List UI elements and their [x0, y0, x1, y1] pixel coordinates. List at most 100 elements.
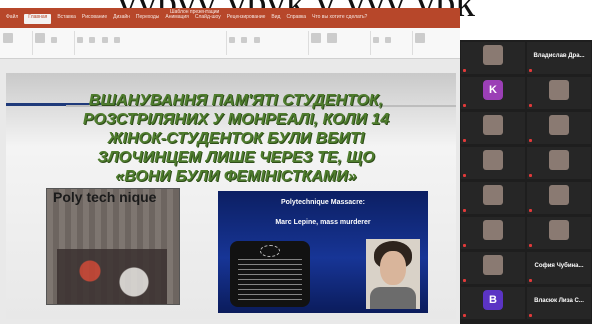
- participant-tile[interactable]: K: [461, 77, 525, 109]
- participant-tile[interactable]: [527, 182, 591, 214]
- find-icon[interactable]: [373, 37, 379, 43]
- ribbon-tab[interactable]: Дизайн: [113, 14, 130, 24]
- muted-mic-icon: [529, 139, 532, 142]
- muted-mic-icon: [529, 69, 532, 72]
- participant-tile[interactable]: [527, 77, 591, 109]
- participant-video: [483, 255, 503, 275]
- muted-mic-icon: [463, 244, 466, 247]
- paragraph-group[interactable]: [228, 31, 309, 55]
- slides-group[interactable]: [34, 31, 75, 55]
- muted-mic-icon: [529, 279, 532, 282]
- participant-name: София Чубина...: [534, 263, 584, 269]
- participant-video: [483, 45, 503, 65]
- designer-icon[interactable]: [415, 33, 425, 43]
- shapes-icon[interactable]: [311, 33, 321, 43]
- polytechnique-photo: Poly tech nique: [46, 188, 180, 305]
- participant-tile[interactable]: [527, 147, 591, 179]
- muted-mic-icon: [529, 209, 532, 212]
- ribbon-tab[interactable]: Слайд-шоу: [195, 14, 221, 24]
- muted-mic-icon: [463, 279, 466, 282]
- editing-group[interactable]: [372, 31, 413, 55]
- slide-title: ВШАНУВАННЯ ПАМ'ЯТІ СТУДЕНТОК, РОЗСТРІЛЯН…: [82, 92, 390, 185]
- ribbon-tab[interactable]: Анимация: [165, 14, 188, 24]
- plaque-names: [238, 259, 302, 303]
- people-image: [57, 249, 167, 304]
- muted-mic-icon: [463, 104, 466, 107]
- muted-mic-icon: [529, 314, 532, 317]
- participant-tile[interactable]: [461, 182, 525, 214]
- paste-icon[interactable]: [3, 33, 13, 43]
- paste-group[interactable]: [2, 31, 33, 55]
- muted-mic-icon: [463, 174, 466, 177]
- participant-video: [483, 150, 503, 170]
- portrait-image: [366, 239, 420, 309]
- italic-icon[interactable]: [89, 37, 96, 43]
- panel-heading: Polytechnique Massacre:: [280, 199, 366, 206]
- participant-tile[interactable]: [461, 42, 525, 74]
- participant-tile[interactable]: [527, 112, 591, 144]
- plaque-emblem: [260, 245, 280, 257]
- participant-tile[interactable]: [461, 252, 525, 284]
- participant-video: [549, 220, 569, 240]
- participant-name: Владислав Дра...: [533, 53, 585, 59]
- arrange-icon[interactable]: [327, 33, 338, 43]
- participants-panel: Владислав Дра... K София Чубина... B Власюк …: [460, 40, 592, 324]
- participant-avatar: B: [483, 290, 503, 310]
- participant-video: [549, 185, 569, 205]
- muted-mic-icon: [463, 209, 466, 212]
- replace-icon[interactable]: [385, 37, 392, 43]
- ribbon-tab[interactable]: Рисование: [82, 14, 107, 24]
- muted-mic-icon: [529, 174, 532, 177]
- new-slide-icon[interactable]: [35, 33, 45, 43]
- layout-icon[interactable]: [51, 37, 58, 43]
- ribbon-tab[interactable]: Вид: [271, 14, 280, 24]
- bullets-icon[interactable]: [253, 37, 260, 43]
- ribbon-tab[interactable]: Рецензирование: [227, 14, 266, 24]
- participant-name: Власюк Лиза С...: [534, 298, 584, 304]
- participant-tile[interactable]: [527, 217, 591, 249]
- muted-mic-icon: [463, 139, 466, 142]
- participant-video: [483, 185, 503, 205]
- participant-tile[interactable]: Власюк Лиза С...: [527, 287, 591, 319]
- participant-video: [549, 80, 569, 100]
- participant-video: [549, 115, 569, 135]
- participant-avatar: K: [483, 80, 503, 100]
- participant-video: [483, 220, 503, 240]
- ribbon-tab[interactable]: Переходы: [136, 14, 159, 24]
- ribbon-tab[interactable]: Главная: [24, 14, 52, 24]
- ribbon-tab[interactable]: Справка: [286, 14, 306, 24]
- ribbon-tabs: Файл Главная Вставка Рисование Дизайн Переход…: [6, 14, 454, 24]
- powerpoint-window: Шаблон презентации Файл Главная Вставка Рис…: [0, 8, 460, 324]
- muted-mic-icon: [463, 314, 466, 317]
- font-color-icon[interactable]: [114, 37, 121, 43]
- ribbon-toolbar: [0, 28, 460, 59]
- panel-subheading: Marc Lepine, mass murderer: [275, 219, 371, 226]
- slide[interactable]: ВШАНУВАННЯ ПАМ'ЯТІ СТУДЕНТОК, РОЗСТРІЛЯН…: [6, 73, 456, 319]
- memorial-plaque-image: [230, 241, 310, 307]
- ribbon-tab-bar: Шаблон презентации Файл Главная Вставка Рис…: [0, 8, 460, 28]
- underline-icon[interactable]: [101, 37, 108, 43]
- participant-tile[interactable]: [461, 217, 525, 249]
- portrait-shirt: [370, 287, 416, 309]
- ribbon-tab[interactable]: Что вы хотите сделать?: [312, 14, 367, 24]
- participant-tile[interactable]: [461, 112, 525, 144]
- bold-icon[interactable]: [77, 37, 83, 43]
- muted-mic-icon: [529, 244, 532, 247]
- align-left-icon[interactable]: [229, 37, 235, 43]
- participant-tile[interactable]: B: [461, 287, 525, 319]
- participant-tile[interactable]: [461, 147, 525, 179]
- slide-editor: ВШАНУВАННЯ ПАМ'ЯТІ СТУДЕНТОК, РОЗСТРІЛЯН…: [0, 59, 460, 324]
- photo-sign: Poly tech nique: [53, 189, 157, 205]
- align-center-icon[interactable]: [241, 37, 248, 43]
- participant-tile[interactable]: София Чубина...: [527, 252, 591, 284]
- designer-group[interactable]: [414, 31, 454, 55]
- ribbon-tab[interactable]: Файл: [6, 14, 18, 24]
- drawing-group[interactable]: [310, 31, 371, 55]
- ribbon-tab[interactable]: Вставка: [57, 14, 76, 24]
- participant-tile[interactable]: Владислав Дра...: [527, 42, 591, 74]
- portrait-face: [380, 251, 406, 285]
- participant-video: [483, 115, 503, 135]
- massacre-panel: Polytechnique Massacre: Marc Lepine, mas…: [218, 191, 428, 313]
- muted-mic-icon: [463, 69, 466, 72]
- font-group[interactable]: [76, 31, 227, 55]
